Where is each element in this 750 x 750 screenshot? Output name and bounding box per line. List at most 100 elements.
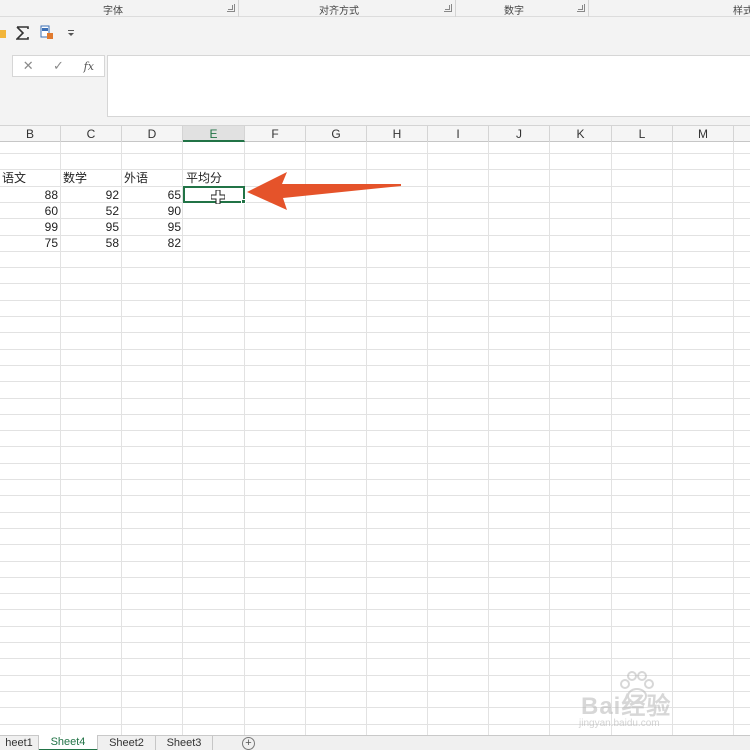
- cell-b2[interactable]: 语文: [2, 170, 59, 186]
- quick-access-toolbar: [0, 17, 750, 49]
- gridline-vertical: [733, 142, 734, 735]
- ribbon-group-font-label: 字体: [103, 6, 123, 17]
- font-dialog-launcher-icon[interactable]: [227, 4, 235, 12]
- gridline-horizontal: [0, 593, 750, 594]
- cell-c2[interactable]: 数学: [63, 170, 120, 186]
- gridline-vertical: [488, 142, 489, 735]
- gridline-vertical: [244, 142, 245, 735]
- gridline-horizontal: [0, 153, 750, 154]
- watermark-brand: Bai经验: [581, 693, 672, 720]
- gridline-vertical: [427, 142, 428, 735]
- gridline-horizontal: [0, 430, 750, 431]
- gridline-horizontal: [0, 381, 750, 382]
- ribbon-group-styles: 样式: [589, 0, 750, 17]
- gridline-horizontal: [0, 512, 750, 513]
- cancel-entry-icon[interactable]: ✕: [13, 58, 43, 74]
- ribbon-group-font: 字体: [0, 0, 239, 17]
- tab-sheet1[interactable]: heet1: [0, 736, 39, 750]
- gridline-horizontal: [0, 365, 750, 366]
- gridline-horizontal: [0, 528, 750, 529]
- gridline-horizontal: [0, 414, 750, 415]
- cell-e2[interactable]: 平均分: [186, 170, 243, 186]
- column-header-l[interactable]: L: [612, 126, 673, 142]
- cell-d3[interactable]: 65: [122, 187, 181, 203]
- gridline-horizontal: [0, 609, 750, 610]
- ribbon-group-alignment: 对齐方式: [239, 0, 456, 17]
- watermark-url: jingyan.baidu.com: [579, 718, 660, 729]
- cell-c6[interactable]: 58: [61, 235, 119, 251]
- gridline-horizontal: [0, 300, 750, 301]
- gridline-horizontal: [0, 561, 750, 562]
- insert-function-button[interactable]: fx: [74, 60, 104, 73]
- column-header-e[interactable]: E: [183, 126, 245, 142]
- ribbon-group-number: 数字: [456, 0, 589, 17]
- tab-sheet3[interactable]: Sheet3: [156, 736, 213, 750]
- gridline-vertical: [366, 142, 367, 735]
- conditional-format-icon[interactable]: [38, 23, 56, 43]
- column-header-k[interactable]: K: [550, 126, 612, 142]
- enter-entry-icon[interactable]: ✓: [43, 58, 73, 74]
- tab-sheet4[interactable]: Sheet4: [39, 735, 98, 750]
- gridline-horizontal: [0, 316, 750, 317]
- gridline-horizontal: [0, 544, 750, 545]
- gridline-horizontal: [0, 398, 750, 399]
- gridline-vertical: [305, 142, 306, 735]
- column-header-c[interactable]: C: [61, 126, 122, 142]
- column-header-j[interactable]: J: [489, 126, 550, 142]
- tab-sheet2[interactable]: Sheet2: [98, 736, 156, 750]
- gridline-vertical: [549, 142, 550, 735]
- gridline-horizontal: [0, 332, 750, 333]
- column-header-b[interactable]: B: [0, 126, 61, 142]
- gridline-vertical: [182, 142, 183, 735]
- number-dialog-launcher-icon[interactable]: [577, 4, 585, 12]
- gridline-horizontal: [0, 642, 750, 643]
- formula-bar-buttons: ✕ ✓ fx: [12, 55, 105, 77]
- gridline-horizontal: [0, 446, 750, 447]
- gridline-horizontal: [0, 349, 750, 350]
- ribbon-group-labels: 字体 对齐方式 数字 样式: [0, 0, 750, 17]
- folder-icon[interactable]: [0, 23, 8, 43]
- formula-bar-area: ✕ ✓ fx: [0, 49, 750, 125]
- ribbon-group-styles-label: 样式: [733, 6, 750, 17]
- gridline-horizontal: [0, 267, 750, 268]
- column-header-m[interactable]: M: [673, 126, 734, 142]
- cell-b5[interactable]: 99: [0, 219, 58, 235]
- column-header-i[interactable]: I: [428, 126, 489, 142]
- cell-d5[interactable]: 95: [122, 219, 181, 235]
- gridline-horizontal: [0, 479, 750, 480]
- column-header-f[interactable]: F: [245, 126, 306, 142]
- cell-d6[interactable]: 82: [122, 235, 181, 251]
- cell-select-cursor-icon: [211, 190, 225, 204]
- baidu-jingyan-watermark: Bai经验 jingyan.baidu.com: [573, 668, 723, 738]
- cell-c5[interactable]: 95: [61, 219, 119, 235]
- add-sheet-icon[interactable]: +: [242, 737, 255, 750]
- gridline-horizontal: [0, 658, 750, 659]
- cell-c3[interactable]: 92: [61, 187, 119, 203]
- gridline-horizontal: [0, 251, 750, 252]
- column-header-g[interactable]: G: [306, 126, 367, 142]
- gridline-horizontal: [0, 283, 750, 284]
- ribbon-group-alignment-label: 对齐方式: [319, 6, 359, 17]
- gridline-vertical: [672, 142, 673, 735]
- gridline-vertical: [611, 142, 612, 735]
- column-headers: B C D E F G H I J K L M: [0, 125, 750, 142]
- arrow-shape: [247, 172, 401, 210]
- autosum-icon[interactable]: [14, 23, 32, 43]
- formula-input[interactable]: [107, 55, 750, 117]
- ribbon-group-number-label: 数字: [504, 6, 524, 17]
- column-header-d[interactable]: D: [122, 126, 183, 142]
- worksheet-grid[interactable]: 语文 数学 外语 平均分 88 92 65 60 52 90 99 95 95 …: [0, 142, 750, 735]
- customize-qat-icon[interactable]: [64, 23, 78, 43]
- cell-d2[interactable]: 外语: [124, 170, 181, 186]
- gridline-horizontal: [0, 626, 750, 627]
- cell-b3[interactable]: 88: [0, 187, 58, 203]
- column-header-h[interactable]: H: [367, 126, 428, 142]
- gridline-horizontal: [0, 577, 750, 578]
- alignment-dialog-launcher-icon[interactable]: [444, 4, 452, 12]
- gridline-horizontal: [0, 495, 750, 496]
- cell-b4[interactable]: 60: [0, 203, 58, 219]
- cell-c4[interactable]: 52: [61, 203, 119, 219]
- cell-b6[interactable]: 75: [0, 235, 58, 251]
- cell-d4[interactable]: 90: [122, 203, 181, 219]
- red-arrow-annotation-icon: [247, 172, 401, 210]
